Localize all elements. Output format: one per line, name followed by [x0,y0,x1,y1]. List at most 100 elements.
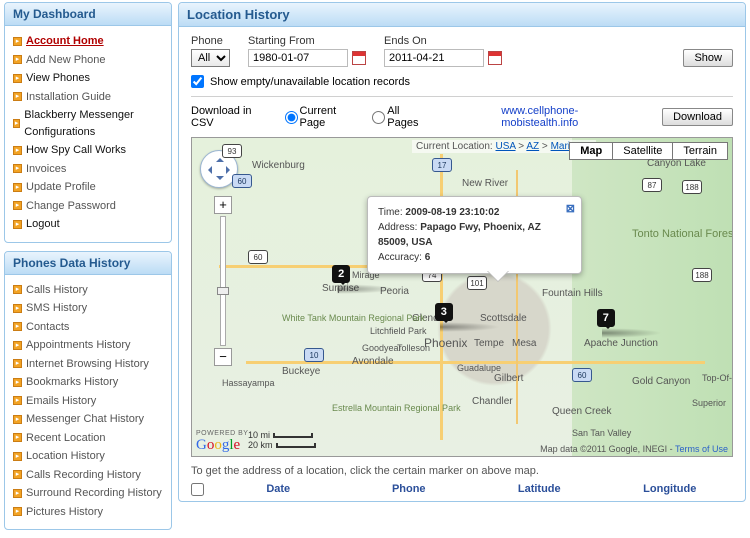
city-label: Buckeye [282,366,320,377]
zoom-out-button[interactable]: − [214,348,232,366]
bullet-icon: ▸ [13,396,22,405]
city-label: Chandler [472,396,513,407]
history-item-0[interactable]: ▸ Calls History [13,281,163,300]
csv-current-radio[interactable] [285,111,298,124]
download-label: Download in CSV [191,105,277,129]
google-logo: POWERED BY Google [196,430,248,454]
map-credits: Map data ©2011 Google, INEGI - Terms of … [540,444,728,454]
nav-item-label: Pictures History [26,504,103,521]
history-item-8[interactable]: ▸Recent Location [13,429,163,448]
from-label: Starting From [248,35,366,47]
show-button[interactable]: Show [683,49,733,67]
history-item-1[interactable]: ▸SMS History [13,299,163,318]
dashboard-title: My Dashboard [5,3,171,26]
history-item-6[interactable]: ▸Emails History [13,392,163,411]
history-item-3[interactable]: ▸ Appointments History [13,336,163,355]
download-button[interactable]: Download [662,108,733,126]
dashboard-item-4[interactable]: ▸ Blackberry Messenger Configurations [13,106,163,141]
nav-item-label: Surround Recording History [26,485,162,502]
hwy-shield: 87 [642,178,662,192]
city-label: Queen Creek [552,406,611,417]
nav-item-label: Installation Guide [26,89,111,106]
col-date[interactable]: Date [215,483,342,499]
city-label: Guadalupe [457,363,501,373]
to-label: Ends On [384,35,502,47]
history-item-7[interactable]: ▸ Messenger Chat History [13,410,163,429]
dashboard-item-1[interactable]: ▸Add New Phone [13,51,163,70]
col-phone[interactable]: Phone [346,483,473,499]
dashboard-item-8[interactable]: ▸Change Password [13,197,163,216]
bullet-icon: ▸ [13,415,22,424]
crumb-az[interactable]: AZ [526,141,539,152]
history-item-10[interactable]: ▸Calls Recording History [13,466,163,485]
zoom-control[interactable]: + − [214,196,232,366]
hwy-shield: 60 [248,250,268,264]
to-input[interactable] [384,49,484,67]
dashboard-item-5[interactable]: ▸How Spy Call Works [13,141,163,160]
bullet-icon: ▸ [13,119,20,128]
nav-item-label: Appointments History [26,337,131,354]
col-lon[interactable]: Longitude [607,483,734,499]
calendar-icon[interactable] [488,51,502,65]
map-marker-2[interactable]: 2 [332,265,354,291]
calendar-icon[interactable] [352,51,366,65]
dashboard-item-2[interactable]: ▸View Phones [13,69,163,88]
promo-url[interactable]: www.cellphone-mobistealth.info [501,105,654,129]
terms-link[interactable]: Terms of Use [675,444,728,454]
phone-select[interactable]: All [191,49,230,67]
nav-item-label: Bookmarks History [26,374,118,391]
results-table-header: Date Phone Latitude Longitude [179,481,745,501]
history-item-2[interactable]: ▸Contacts [13,318,163,337]
city-label: Mesa [512,338,536,349]
map-type-map[interactable]: Map [569,142,613,160]
col-lat[interactable]: Latitude [476,483,603,499]
nav-item-label: Update Profile [26,179,96,196]
hwy-shield: 188 [682,180,702,194]
bullet-icon: ▸ [13,341,22,350]
crumb-usa[interactable]: USA [496,141,516,152]
hwy-shield: 93 [222,144,242,158]
dashboard-item-6[interactable]: ▸Invoices [13,160,163,179]
close-icon[interactable]: ⊠ [566,201,575,218]
hwy-shield: 60 [232,174,252,188]
nav-item-label: Invoices [26,161,66,178]
map-marker-3[interactable]: 3 [435,303,457,329]
history-item-4[interactable]: ▸ Internet Browsing History [13,355,163,374]
bullet-icon: ▸ [13,37,22,46]
history-item-5[interactable]: ▸Bookmarks History [13,373,163,392]
map-hint: To get the address of a location, click … [179,457,745,481]
city-label: Avondale [352,356,394,367]
city-label: Phoenix [424,336,467,350]
map-scale: 10 mi 20 km [248,430,316,450]
nav-item-label: Messenger Chat History [26,411,144,428]
bullet-icon: ▸ [13,183,22,192]
nav-item-label: Add New Phone [26,52,106,69]
history-item-12[interactable]: ▸Pictures History [13,503,163,522]
dashboard-item-9[interactable]: ▸Logout [13,215,163,234]
select-all-checkbox[interactable] [191,483,204,496]
from-input[interactable] [248,49,348,67]
nav-item-label: Logout [26,216,60,233]
zoom-in-button[interactable]: + [214,196,232,214]
bullet-icon: ▸ [13,452,22,461]
city-label: San Tan Valley [572,428,631,438]
history-item-9[interactable]: ▸Location History [13,447,163,466]
map-marker-7[interactable]: 7 [597,309,619,335]
city-label: Canyon Lake [647,158,706,169]
zoom-slider[interactable] [220,216,226,346]
nav-item-label: View Phones [26,70,90,87]
show-empty-checkbox[interactable] [191,75,204,88]
csv-all-radio[interactable] [372,111,385,124]
city-label: Superior [692,398,726,408]
bullet-icon: ▸ [13,359,22,368]
nav-item-label: Internet Browsing History [26,356,149,373]
dashboard-item-0[interactable]: ▸Account Home [13,32,163,51]
dashboard-item-3[interactable]: ▸Installation Guide [13,88,163,107]
map[interactable]: Current Location: USA > AZ > Maricopa Ma… [191,137,733,457]
bullet-icon: ▸ [13,285,22,294]
nav-item-label: Calls History [26,282,88,299]
dashboard-item-7[interactable]: ▸ Update Profile [13,178,163,197]
city-label: Tolleson [397,343,430,353]
hwy-shield: 188 [692,268,712,282]
nav-item-label: Blackberry Messenger Configurations [24,107,163,140]
